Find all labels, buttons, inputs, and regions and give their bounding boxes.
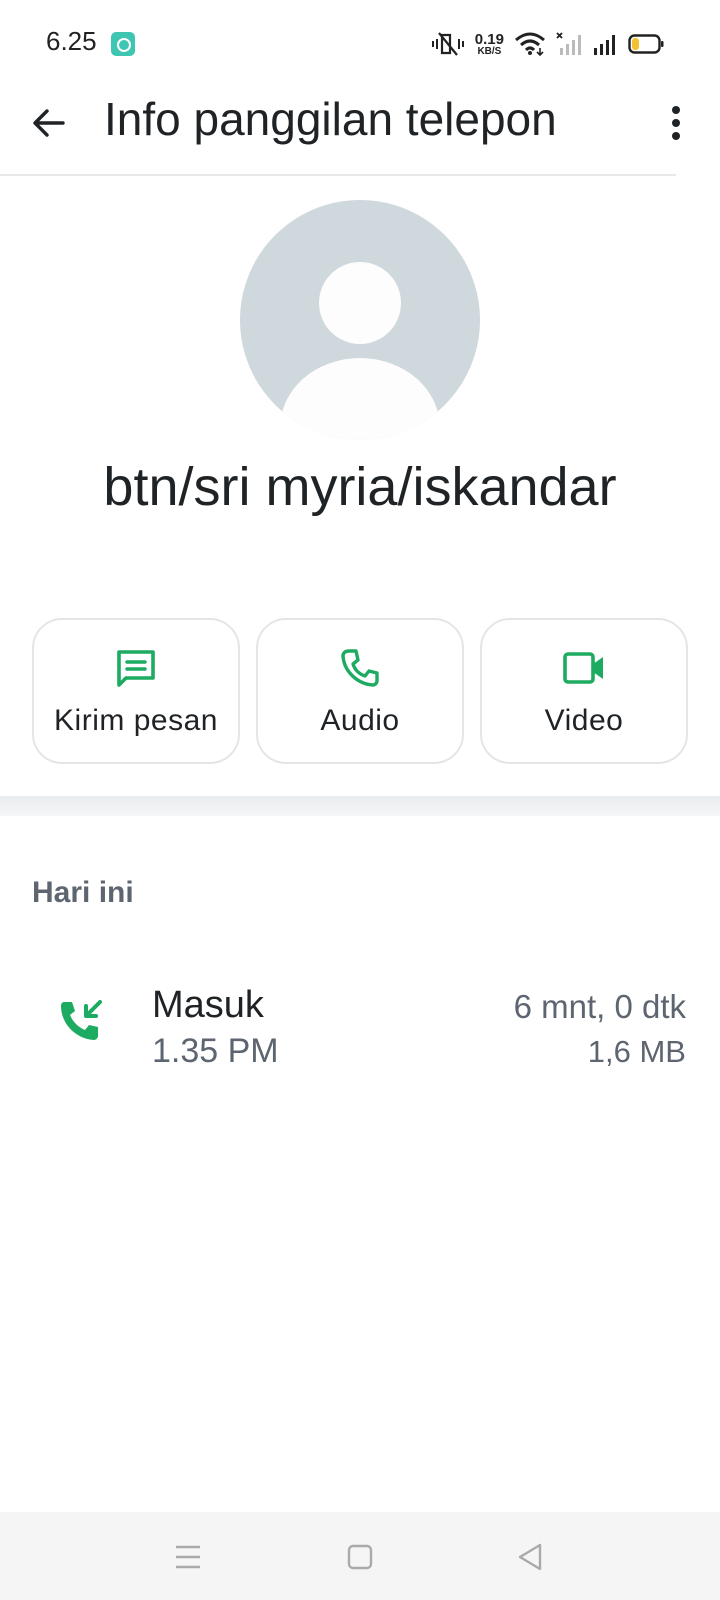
incoming-call-icon: [61, 1000, 102, 1040]
back-button[interactable]: [22, 96, 76, 150]
signal-sim1-icon: [556, 32, 581, 55]
contact-name: btn/sri myria/iskandar: [103, 457, 617, 517]
video-call-button[interactable]: Video: [480, 618, 688, 764]
arrow-back-icon: [33, 109, 65, 137]
audio-label: Audio: [320, 704, 400, 737]
phone-icon: [341, 649, 379, 687]
system-nav-bar: [0, 1512, 720, 1600]
avatar-head: [319, 262, 401, 344]
status-bar: 6.25 0.19 KB/S: [0, 0, 720, 88]
square-icon: [347, 1544, 373, 1570]
message-icon: [117, 650, 155, 687]
call-type: Masuk: [152, 984, 264, 1026]
vibrate-mute-icon: [431, 32, 464, 56]
video-icon: [563, 652, 603, 684]
more-options-button[interactable]: [652, 96, 700, 150]
call-time: 1.35 PM: [152, 1032, 279, 1070]
contact-avatar[interactable]: [240, 200, 480, 440]
signal-sim2-icon: [594, 35, 615, 55]
page-title: Info panggilan telepon: [104, 93, 557, 145]
section-title-today: Hari ini: [32, 876, 134, 909]
nav-recents-button[interactable]: [158, 1532, 218, 1582]
net-speed-value: 0.19: [474, 30, 504, 48]
status-icons: 0.19 KB/S: [431, 28, 664, 60]
nav-home-button[interactable]: [330, 1532, 390, 1582]
nav-back-button[interactable]: [500, 1532, 560, 1582]
call-info-screen: 6.25 0.19 KB/S Info panggilan telepon bt…: [0, 0, 720, 1600]
audio-call-button[interactable]: Audio: [256, 618, 464, 764]
wifi-icon: [515, 32, 545, 56]
net-speed-unit: KB/S: [477, 45, 502, 57]
call-data-size: 1,6 MB: [587, 1034, 686, 1069]
battery-icon: [628, 34, 664, 54]
network-speed: 0.19 KB/S: [475, 32, 504, 57]
status-time: 6.25: [46, 26, 97, 56]
app-bar-divider: [0, 174, 676, 176]
video-label: Video: [544, 704, 624, 737]
app-notification-icon: [111, 32, 135, 56]
send-message-button[interactable]: Kirim pesan: [32, 618, 240, 764]
send-message-label: Kirim pesan: [54, 704, 218, 737]
triangle-back-icon: [518, 1543, 542, 1571]
call-log-row: Masuk 1.35 PM 6 mnt, 0 dtk 1,6 MB: [0, 970, 720, 1080]
call-duration: 6 mnt, 0 dtk: [513, 988, 686, 1025]
menu-icon: [176, 1545, 200, 1569]
avatar-body: [280, 358, 440, 440]
more-vert-icon: [672, 106, 680, 140]
section-separator: [0, 796, 720, 816]
